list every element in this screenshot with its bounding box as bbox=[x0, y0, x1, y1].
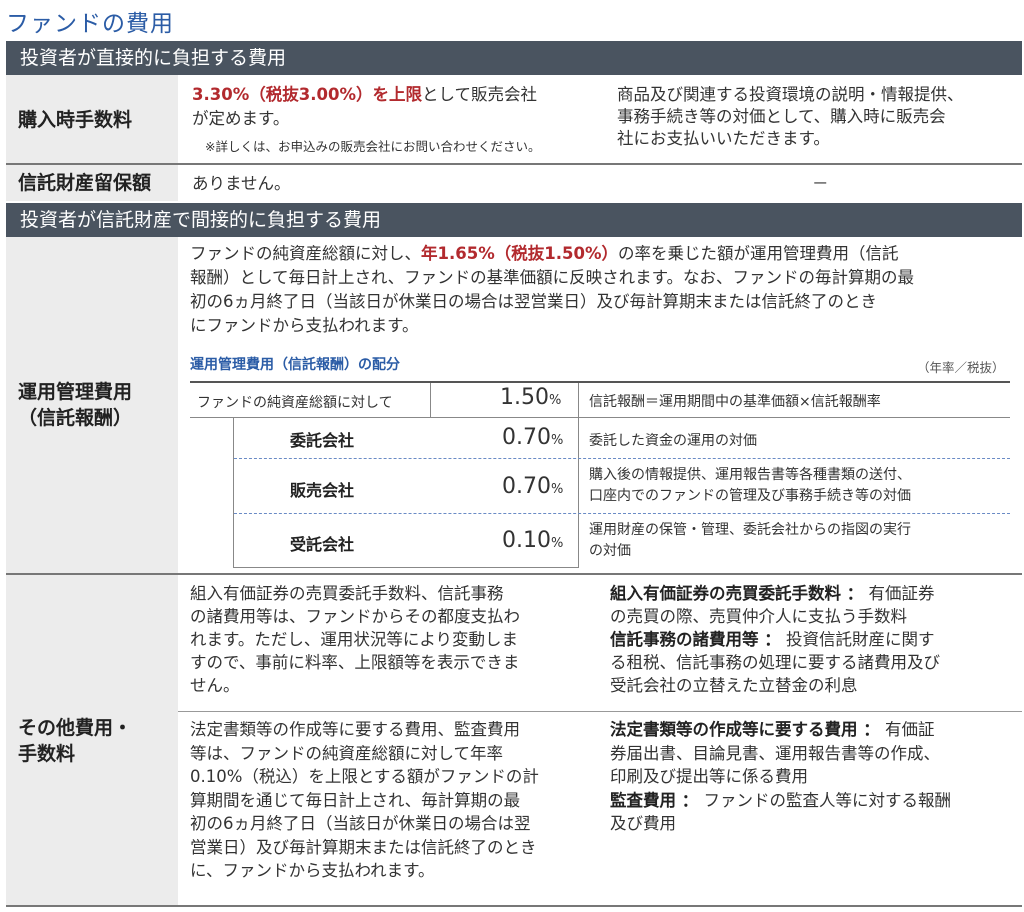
mgmt-fee-desc: ファンドの純資産総額に対し、年1.65%（税抜1.50%）の率を乗じた額が運用管… bbox=[190, 244, 915, 335]
fee-row-value: 0.70% bbox=[502, 425, 564, 450]
fee-table-title: 運用管理費用（信託報酬）の配分 bbox=[190, 357, 400, 373]
mgmt-fee-label: 運用管理費用 （信託報酬） bbox=[18, 381, 133, 429]
purchase-fee-rate: 3.30%（税抜3.00%）を上限として販売会社 bbox=[192, 85, 538, 104]
fee-total-desc: 信託報酬＝運用期間中の基準価額×信託報酬率 bbox=[589, 394, 881, 410]
mgmt-fee-label-cell: 運用管理費用 （信託報酬） bbox=[6, 237, 178, 573]
other-fee-label-cell: その他費用・ 手数料 bbox=[6, 575, 178, 905]
fee-row-value: 0.70% bbox=[502, 474, 564, 499]
purchase-fee-label: 購入時手数料 bbox=[18, 109, 133, 131]
divider bbox=[234, 513, 1010, 514]
fee-row-value: 0.10% bbox=[502, 528, 564, 553]
divider bbox=[190, 417, 1010, 418]
retention-label: 信託財産留保額 bbox=[18, 172, 152, 194]
fee-row-label: 販売会社 bbox=[290, 481, 355, 500]
divider bbox=[578, 383, 579, 417]
fee-row-label: 委託会社 bbox=[290, 431, 355, 450]
purchase-fee-rate-2: が定めます。 bbox=[192, 109, 290, 128]
mgmt-fee-rate: 年1.65%（税抜1.50%） bbox=[421, 244, 618, 263]
divider bbox=[233, 418, 234, 568]
section-header-direct: 投資者が直接的に負担する費用 bbox=[6, 41, 1022, 75]
divider bbox=[233, 567, 579, 568]
fee-row-desc: 購入後の情報提供、運用報告書等各種書類の送付、 口座内でのファンドの管理及び事務… bbox=[589, 467, 911, 504]
other-fee-right-2: 法定書類等の作成等に要する費用 ： 有価証 券届出書、目論見書、運用報告書等の作… bbox=[610, 720, 951, 833]
purchase-fee-max: 3.30%（税抜3.00%）を上限 bbox=[192, 85, 422, 104]
purchase-fee-desc: 商品及び関連する投資環境の説明・情報提供、 事務手続き等の対価として、購入時に販… bbox=[617, 85, 964, 148]
fee-table-unit: （年率／税抜） bbox=[917, 360, 1005, 375]
retention-desc: － bbox=[812, 174, 829, 193]
divider bbox=[234, 458, 1010, 459]
other-fee-right-1: 組入有価証券の売買委託手数料 ： 有価証券 の売買の際、売買仲介人に支払う手数料… bbox=[610, 584, 940, 695]
other-fee-left-2: 法定書類等の作成等に要する費用、監査費用 等は、ファンドの純資産総額に対して年率… bbox=[190, 720, 539, 880]
fee-total-label: ファンドの純資産総額に対して bbox=[197, 395, 393, 411]
page-title: ファンドの費用 bbox=[6, 11, 174, 37]
retention-label-cell: 信託財産留保額 bbox=[6, 165, 178, 201]
divider bbox=[430, 383, 431, 417]
fee-row-label: 受託会社 bbox=[290, 535, 355, 554]
purchase-fee-note: ※詳しくは、お申込みの販売会社にお問い合わせください。 bbox=[205, 139, 541, 154]
purchase-fee-label-cell: 購入時手数料 bbox=[6, 75, 178, 163]
other-fee-left-1: 組入有価証券の売買委託手数料、信託事務 の諸費用等は、ファンドからその都度支払わ… bbox=[190, 584, 520, 695]
fee-total-value: 1.50% bbox=[500, 385, 562, 410]
section-header-indirect: 投資者が信託財産で間接的に負担する費用 bbox=[6, 203, 1022, 237]
retention-value: ありません。 bbox=[192, 174, 291, 193]
divider bbox=[578, 418, 579, 568]
fee-row-desc: 運用財産の保管・管理、委託会社からの指図の実行 の対価 bbox=[589, 522, 911, 559]
fee-row-desc: 委託した資金の運用の対価 bbox=[589, 433, 757, 449]
other-fee-label: その他費用・ 手数料 bbox=[18, 717, 133, 765]
divider bbox=[6, 905, 1022, 907]
table-top-border bbox=[190, 381, 1010, 383]
divider bbox=[178, 711, 1022, 712]
